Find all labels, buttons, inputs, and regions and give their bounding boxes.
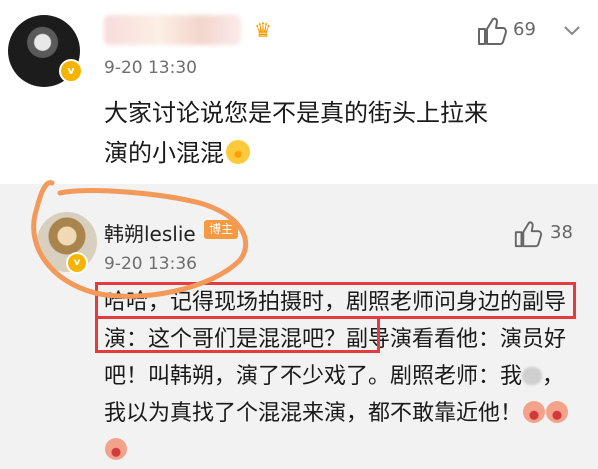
laughing-emoji-icon xyxy=(546,401,569,423)
crown-icon: ♛ xyxy=(254,18,272,42)
laughing-emoji-icon xyxy=(226,140,250,164)
thumbs-up-icon[interactable] xyxy=(513,219,543,249)
thumbs-up-icon[interactable] xyxy=(476,15,508,47)
like-count: 38 xyxy=(550,222,573,243)
verified-badge-icon: v xyxy=(66,252,88,274)
comment-text: 哈哈，记得现场拍摄时，剧照老师问身边的副导演：这个哥们是混混吧？副导演看看他：演… xyxy=(104,284,584,469)
laughing-emoji-icon xyxy=(523,401,546,423)
comment-time: 9-20 13:30 xyxy=(104,58,197,78)
laughing-emoji-icon xyxy=(105,438,127,460)
comment-first: v ♛ 9-20 13:30 大家讨论说您是不是真的街头上拉来演的小混混 69 xyxy=(0,0,598,184)
comment-text-part1: 哈哈，记得现场拍摄时，剧照老师问身边的副导演：这个哥们是混混吧？副导演看看他：演… xyxy=(104,290,567,389)
comment-text: 大家讨论说您是不是真的街头上拉来演的小混混 xyxy=(104,93,504,173)
chevron-down-icon[interactable] xyxy=(561,19,583,41)
comment-time: 9-20 13:36 xyxy=(104,254,197,274)
verified-badge-icon: v xyxy=(59,59,83,83)
author-name[interactable]: 韩朔leslie xyxy=(104,218,196,247)
blurred-text xyxy=(522,367,543,385)
like-count: 69 xyxy=(513,19,536,40)
blurred-username xyxy=(104,15,241,45)
comment-text-body: 大家讨论说您是不是真的街头上拉来演的小混混 xyxy=(104,99,488,167)
author-badge: 博主 xyxy=(204,220,238,239)
